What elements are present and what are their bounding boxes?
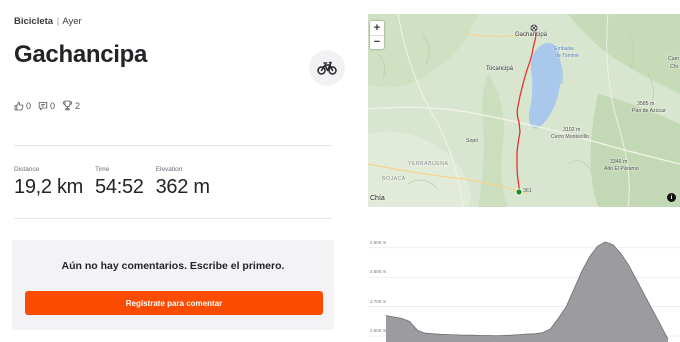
activity-title: Gachancipa bbox=[14, 41, 148, 68]
stat-label: Time bbox=[95, 166, 110, 173]
info-icon[interactable]: i bbox=[667, 193, 676, 202]
start-marker bbox=[515, 188, 523, 196]
map-label-embalse: Embalse bbox=[554, 46, 575, 52]
thumbs-up-icon bbox=[14, 101, 24, 110]
elevation-chart: 2.900 m 2.800 m 2.700 m 2.600 m bbox=[368, 236, 680, 342]
y-tick-label: 2.700 m bbox=[370, 298, 387, 304]
y-tick-label: 2.800 m bbox=[370, 269, 387, 275]
map-label-chia: Chía bbox=[370, 195, 385, 202]
map-label-sopo: Sopó bbox=[466, 138, 479, 144]
map-label-elev-361: 361 bbox=[523, 188, 532, 194]
map-label-alto-paramo-elev: 3346 m bbox=[610, 159, 628, 165]
elevation-area bbox=[386, 241, 668, 342]
kudos-count: 0 bbox=[26, 100, 32, 111]
stat-label: Distance bbox=[14, 166, 40, 173]
map-label-gachancipa: Gachancipá bbox=[515, 32, 548, 38]
y-tick-label: 2.600 m bbox=[370, 328, 387, 334]
activity-date: Ayer bbox=[62, 16, 82, 27]
map-label-cam: Cam bbox=[668, 56, 679, 62]
map-label-chi: Chi bbox=[670, 64, 678, 70]
activity-type: Bicicleta bbox=[14, 16, 54, 27]
comments-count-button[interactable]: 0 bbox=[38, 101, 55, 111]
divider-top bbox=[14, 145, 332, 146]
comments-count: 0 bbox=[50, 100, 56, 111]
stat-elevation: Elevation 362 m bbox=[156, 166, 210, 199]
activity-meta: Bicicleta | Ayer bbox=[14, 16, 82, 27]
elevation-profile-svg bbox=[368, 241, 680, 342]
map-label-tocancipa: Tocancipá bbox=[486, 66, 514, 72]
sport-badge bbox=[309, 50, 345, 86]
social-bar: 0 0 2 bbox=[14, 100, 80, 111]
stat-value: 54:52 bbox=[95, 176, 144, 198]
divider-bottom bbox=[14, 218, 332, 219]
zoom-in-button[interactable]: + bbox=[370, 21, 384, 35]
map-label-montecillo: Cerro Montecillo bbox=[551, 134, 589, 140]
comment-icon bbox=[38, 101, 48, 110]
trophy-icon bbox=[62, 100, 73, 111]
meta-separator: | bbox=[56, 16, 60, 27]
map-label-pan-azucar: Pan de Azúcar bbox=[632, 108, 666, 114]
bike-icon bbox=[317, 61, 337, 75]
map-label-pan-azucar-elev: 3585 m bbox=[637, 101, 655, 107]
zoom-out-button[interactable]: − bbox=[370, 35, 384, 49]
route-map[interactable]: + − Gachancipá Embalse de Tominé Tocanci… bbox=[368, 14, 680, 207]
map-label-tomine: de Tominé bbox=[555, 53, 579, 59]
y-tick-label: 2.900 m bbox=[370, 239, 387, 245]
achievements-count: 2 bbox=[75, 100, 81, 111]
stat-distance: Distance 19,2 km bbox=[14, 166, 83, 199]
stats-row: Distance 19,2 km Time 54:52 Elevation 36… bbox=[14, 166, 222, 199]
no-comments-text: Aún no hay comentarios. Escribe el prime… bbox=[61, 260, 285, 272]
stat-value: 19,2 km bbox=[14, 176, 84, 198]
zoom-controls: + − bbox=[370, 21, 384, 49]
achievements-button[interactable]: 2 bbox=[62, 100, 80, 111]
activity-panel: Bicicleta | Ayer Gachancipa 0 0 2 Distan… bbox=[12, 0, 345, 342]
comments-section: Aún no hay comentarios. Escribe el prime… bbox=[12, 240, 334, 330]
signup-to-comment-button[interactable]: Regístrate para comentar bbox=[25, 291, 323, 315]
map-label-yerbabuena: YERBABUENA bbox=[408, 161, 449, 167]
map-label-alto-paramo: Alto El Páramo bbox=[604, 166, 639, 172]
stat-value: 362 m bbox=[155, 176, 210, 198]
stat-time: Time 54:52 bbox=[95, 166, 144, 199]
map-label-montecillo-elev: 3102 m bbox=[563, 127, 581, 133]
stat-label: Elevation bbox=[155, 166, 183, 173]
kudos-button[interactable]: 0 bbox=[14, 101, 31, 111]
map-label-bojaca: BOJACÁ bbox=[382, 176, 406, 182]
